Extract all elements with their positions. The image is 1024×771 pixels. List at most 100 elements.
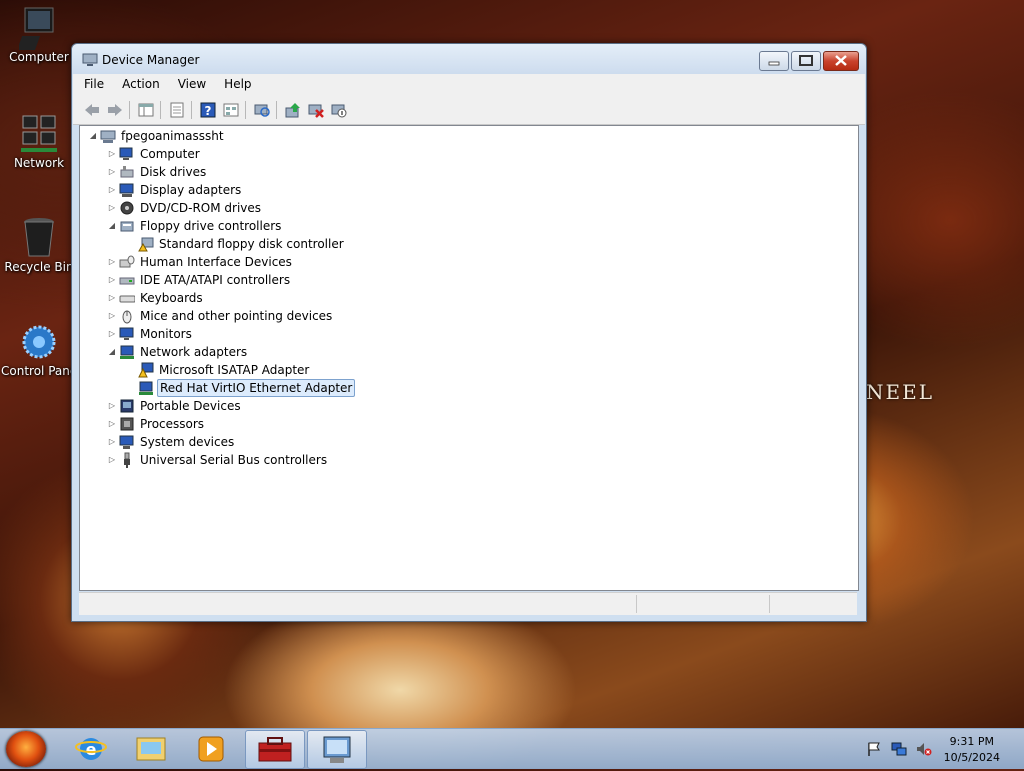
- device-manager-window: Device Manager File Action View Help ? ◢…: [71, 43, 867, 622]
- network-adapter-icon: [138, 380, 154, 396]
- help-button[interactable]: ?: [199, 102, 217, 118]
- clock-date: 10/5/2024: [943, 751, 1000, 764]
- tree-item-label: Human Interface Devices: [140, 255, 292, 269]
- tree-root-label: fpegoanimasssht: [121, 129, 224, 143]
- tray-clock[interactable]: 9:31 PM 10/5/2024: [944, 734, 1000, 766]
- floppy-controller-icon: [119, 218, 135, 234]
- processor-icon: [119, 416, 135, 432]
- properties-button[interactable]: [168, 102, 186, 118]
- tree-item-label: Mice and other pointing devices: [140, 309, 333, 323]
- dvd-drive-icon: [119, 200, 135, 216]
- status-bar: [79, 592, 857, 615]
- tree-item-label: Standard floppy disk controller: [159, 237, 344, 251]
- taskbar-toolbox-app[interactable]: [245, 730, 305, 769]
- expand-arrow-icon[interactable]: ▷: [107, 163, 117, 181]
- tree-item-label: DVD/CD-ROM drives: [140, 201, 262, 215]
- uninstall-icon: [308, 104, 324, 118]
- disable-button[interactable]: [330, 102, 348, 118]
- wallpaper-text: NEEL: [866, 380, 934, 404]
- desktop-icon-label: Control Panel: [1, 364, 81, 378]
- menu-bar: File Action View Help: [73, 74, 865, 96]
- toolbox-icon: [258, 737, 292, 762]
- tray-flag-icon[interactable]: [866, 741, 882, 760]
- tree-item-label: Universal Serial Bus controllers: [140, 453, 328, 467]
- console-tree-icon: [138, 103, 154, 117]
- usb-icon: [119, 452, 135, 468]
- expand-arrow-icon[interactable]: ▷: [107, 289, 117, 307]
- expand-arrow-icon[interactable]: ▷: [107, 253, 117, 271]
- network-adapter-icon: [119, 344, 135, 360]
- menu-file[interactable]: File: [73, 74, 111, 91]
- taskbar-windows-explorer[interactable]: [122, 730, 180, 767]
- disk-drive-icon: [119, 164, 135, 180]
- media-player-icon: [198, 736, 224, 762]
- minimize-icon: [768, 61, 780, 66]
- tree-item-label: Keyboards: [140, 291, 203, 305]
- expand-arrow-icon[interactable]: ▷: [107, 271, 117, 289]
- computer-root-icon: [100, 128, 116, 144]
- taskbar-device-manager[interactable]: [307, 730, 367, 769]
- back-button[interactable]: [83, 102, 101, 118]
- tray-network-icon[interactable]: [891, 741, 907, 760]
- tree-item-label: Display adapters: [140, 183, 242, 197]
- desktop-icon-label: Recycle Bin: [4, 260, 74, 274]
- device-tree[interactable]: ◢ fpegoanimasssht ▷ Computer ▷ Disk driv…: [79, 125, 859, 591]
- expand-arrow-icon[interactable]: ▷: [107, 397, 117, 415]
- tree-item-label: Microsoft ISATAP Adapter: [159, 363, 310, 377]
- hid-icon: [119, 254, 135, 270]
- control-panel-icon: [19, 320, 59, 360]
- menu-help[interactable]: Help: [213, 74, 258, 91]
- expand-arrow-icon[interactable]: ▷: [107, 433, 117, 451]
- menu-view[interactable]: View: [167, 74, 213, 91]
- expand-arrow-icon[interactable]: ▷: [107, 181, 117, 199]
- disable-device-icon: [331, 104, 347, 118]
- network-adapter-warning-icon: [138, 362, 154, 378]
- expand-arrow-icon[interactable]: ▷: [107, 415, 117, 433]
- tree-item-label: Monitors: [140, 327, 192, 341]
- maximize-button[interactable]: [791, 51, 821, 71]
- forward-button[interactable]: [106, 102, 124, 118]
- computer-icon: [119, 146, 135, 162]
- desktop-icon-label: Network: [13, 156, 65, 170]
- desktop-icon-computer[interactable]: Computer: [1, 6, 77, 64]
- tray-volume-muted-icon[interactable]: [916, 741, 932, 760]
- tree-item-label: Red Hat VirtIO Ethernet Adapter: [157, 379, 356, 397]
- internet-explorer-icon: e: [75, 738, 107, 760]
- device-manager-icon: [82, 53, 98, 70]
- tree-item-label: Network adapters: [140, 345, 248, 359]
- collapse-arrow-icon[interactable]: ◢: [88, 127, 98, 145]
- close-button[interactable]: [823, 51, 859, 71]
- desktop-icon-network[interactable]: Network: [1, 112, 77, 170]
- tree-item-label: System devices: [140, 435, 235, 449]
- expand-arrow-icon[interactable]: ▷: [107, 199, 117, 217]
- help-icon: ?: [200, 102, 216, 118]
- close-icon: [835, 55, 847, 66]
- desktop-icon-control-panel[interactable]: Control Panel: [1, 320, 81, 378]
- scan-hardware-icon: [254, 104, 270, 117]
- update-driver-button[interactable]: [284, 102, 302, 118]
- expand-arrow-icon[interactable]: ▷: [107, 307, 117, 325]
- toolbar: ?: [73, 96, 865, 125]
- taskbar-media-player[interactable]: [182, 730, 240, 767]
- start-button[interactable]: [6, 731, 46, 767]
- expand-arrow-icon[interactable]: ▷: [107, 451, 117, 469]
- uninstall-button[interactable]: [307, 102, 325, 118]
- tree-item-label: Computer: [140, 147, 200, 161]
- expand-arrow-icon[interactable]: ▷: [107, 325, 117, 343]
- collapse-arrow-icon[interactable]: ◢: [107, 217, 117, 235]
- tree-item-label: Processors: [140, 417, 205, 431]
- title-bar[interactable]: Device Manager: [72, 44, 866, 74]
- clock-time: 9:31 PM: [949, 735, 994, 748]
- scan-hardware-button[interactable]: [253, 102, 271, 118]
- menu-action[interactable]: Action: [111, 74, 167, 91]
- device-manager-taskbar-icon: [323, 736, 351, 763]
- desktop-icon-recycle-bin[interactable]: Recycle Bin: [1, 216, 77, 274]
- minimize-button[interactable]: [759, 51, 789, 71]
- view-button[interactable]: [222, 102, 240, 118]
- expand-arrow-icon[interactable]: ▷: [107, 145, 117, 163]
- collapse-arrow-icon[interactable]: ◢: [107, 343, 117, 361]
- computer-icon: [16, 6, 59, 50]
- taskbar-internet-explorer[interactable]: e: [62, 730, 120, 767]
- show-hide-console-tree-button[interactable]: [137, 102, 155, 118]
- desktop-icon-label: Computer: [9, 50, 69, 64]
